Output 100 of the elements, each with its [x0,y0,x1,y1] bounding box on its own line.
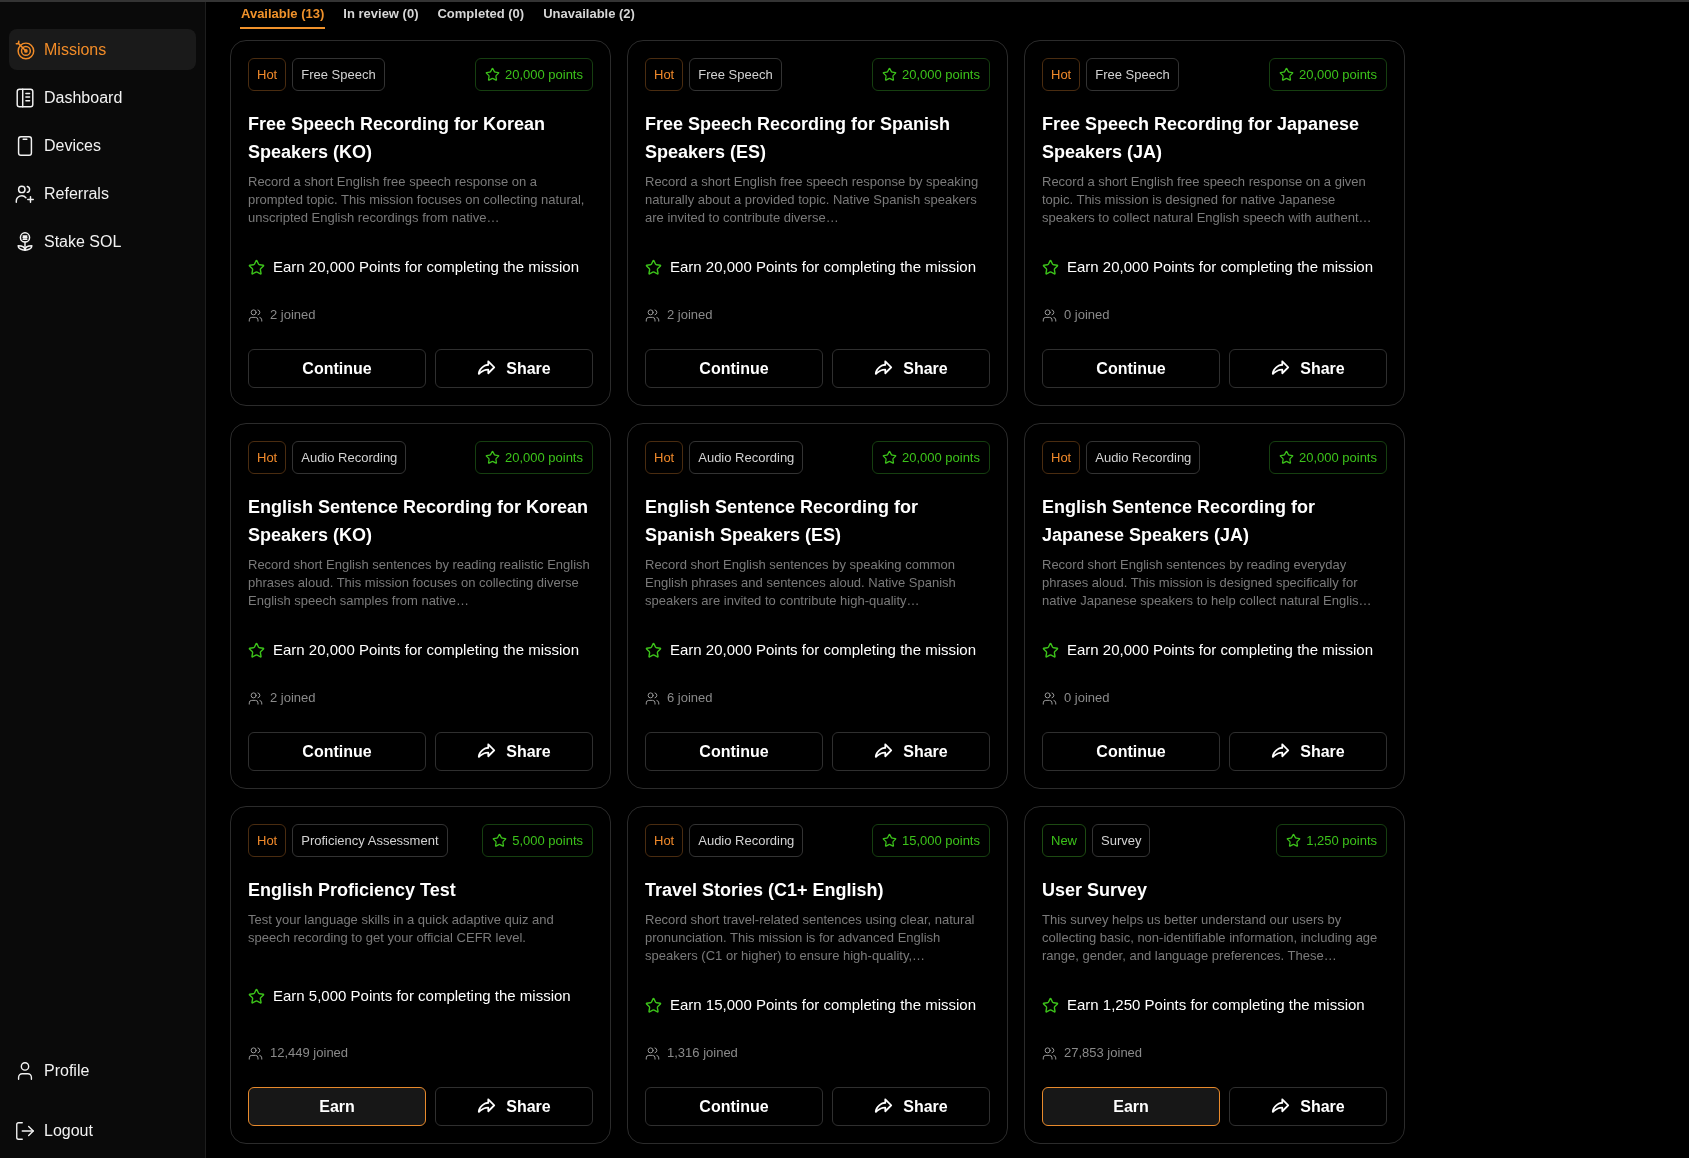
joined-count: 0 joined [1064,689,1110,707]
points-text: 20,000 points [1298,448,1377,467]
users-icon [248,307,263,323]
mission-title: Free Speech Recording for Japanese Speakers (JA) [1042,113,1361,164]
star-icon [1042,258,1059,276]
logout-icon [14,1119,36,1142]
coin-plant-icon [14,230,36,253]
sidebar-item[interactable]: Stake SOL [9,221,196,262]
star-icon [645,258,662,276]
reward-text: Earn 20,000 Points for completing the mission [670,257,976,277]
sidebar-item[interactable]: Profile [9,1050,196,1091]
mission-description: Record a short English free speech response on a prompted topic. This mission focuses on collecting natural, unscripted English recordings from native… [248,173,586,227]
star-icon [492,833,508,848]
share-button[interactable]: Share [435,1087,593,1126]
mission-title: Travel Stories (C1+ English) [645,879,885,902]
star-icon [1278,450,1294,465]
tab[interactable]: Available (13) [240,2,326,29]
share-button[interactable]: Share [1229,1087,1387,1126]
joined-count: 27,853 joined [1064,1044,1143,1062]
mission-description: Test your language skills in a quick adaptive quiz and speech recording to get your official CEFR level. [248,911,555,947]
points-text: 20,000 points [1298,65,1377,84]
tag: Free Speech [1086,58,1179,91]
star-icon [248,258,265,276]
users-icon [248,1045,263,1061]
tag: Survey [1092,824,1151,857]
tab[interactable]: In review (0) [342,2,420,29]
tag: Audio Recording [1086,441,1201,474]
tag: Hot [248,824,287,857]
mission-title: English Sentence Recording for Japanese Speakers (JA) [1042,496,1317,547]
share-button[interactable]: Share [435,732,593,771]
users-icon [645,307,660,323]
tab[interactable]: Completed (0) [436,2,526,29]
star-icon [645,641,662,659]
action-button[interactable]: Continue [248,349,426,388]
joined-count: 0 joined [1064,306,1110,324]
mission-title: English Proficiency Test [248,879,457,902]
share-button[interactable]: Share [435,349,593,388]
share-icon [874,1097,894,1116]
joined-count: 12,449 joined [270,1044,349,1062]
mission-title: Free Speech Recording for Spanish Speakers (ES) [645,113,952,164]
share-button[interactable]: Share [1229,349,1387,388]
share-button[interactable]: Share [1229,732,1387,771]
mission-title: Free Speech Recording for Korean Speakers (KO) [248,113,547,164]
action-button[interactable]: Earn [248,1087,426,1126]
tag: Proficiency Assessment [292,824,448,857]
tab[interactable]: Unavailable (2) [542,2,636,29]
share-button[interactable]: Share [832,349,990,388]
mission-title: English Sentence Recording for Korean Speakers (KO) [248,496,590,547]
share-icon [1271,1097,1291,1116]
joined-count: 2 joined [270,689,316,707]
users-icon [1042,307,1057,323]
sidebar-item[interactable]: Logout [9,1110,196,1151]
sidebar-item[interactable]: Dashboard [9,77,196,118]
mission-description: Record a short English free speech response on a given topic. This mission is designed for native Japanese speakers to collect natural English speech with authent… [1042,173,1373,227]
share-icon [874,742,894,761]
action-button[interactable]: Continue [645,349,823,388]
star-icon [484,67,500,82]
tag: Audio Recording [292,441,407,474]
tag: Audio Recording [689,824,804,857]
tag: Audio Recording [689,441,804,474]
sidebar-item[interactable]: Missions [9,29,196,70]
points-text: 15,000 points [901,831,980,850]
points-text: 20,000 points [901,65,980,84]
points-text: 20,000 points [901,448,980,467]
star-icon [1286,833,1302,848]
star-icon [1278,67,1294,82]
action-button[interactable]: Continue [248,732,426,771]
mission-description: Record a short English free speech response by speaking naturally about a provided topic. Native Spanish speakers are invited to contribute diverse… [645,173,980,227]
tag: Hot [248,441,287,474]
action-button[interactable]: Continue [1042,732,1220,771]
star-icon [248,641,265,659]
mission-description: Record short English sentences by reading everyday phrases aloud. This mission is designed specifically for native Japanese speakers to help collect natural Englis… [1042,556,1373,610]
reward-text: Earn 15,000 Points for completing the mission [670,995,976,1015]
reward-text: Earn 5,000 Points for completing the mission [273,986,571,1006]
reward-text: Earn 20,000 Points for completing the mission [273,257,579,277]
share-icon [874,359,894,378]
share-icon [477,1097,497,1116]
users-icon [1042,1045,1057,1061]
reward-text: Earn 20,000 Points for completing the mission [1067,640,1373,660]
action-button[interactable]: Continue [1042,349,1220,388]
mission-title: User Survey [1042,879,1149,902]
share-icon [477,742,497,761]
action-button[interactable]: Earn [1042,1087,1220,1126]
points-text: 1,250 points [1306,831,1377,850]
action-button[interactable]: Continue [645,732,823,771]
star-icon [881,67,897,82]
action-button[interactable]: Continue [645,1087,823,1126]
reward-text: Earn 1,250 Points for completing the mission [1067,995,1365,1015]
tag: New [1042,824,1086,857]
share-button[interactable]: Share [832,732,990,771]
star-icon [881,833,897,848]
star-icon [645,996,662,1014]
star-icon [1042,641,1059,659]
sidebar-item[interactable]: Referrals [9,173,196,214]
users-icon [645,1045,660,1061]
share-button[interactable]: Share [832,1087,990,1126]
tag: Hot [248,58,287,91]
users-icon [645,690,660,706]
share-icon [1271,742,1291,761]
sidebar-item[interactable]: Devices [9,125,196,166]
